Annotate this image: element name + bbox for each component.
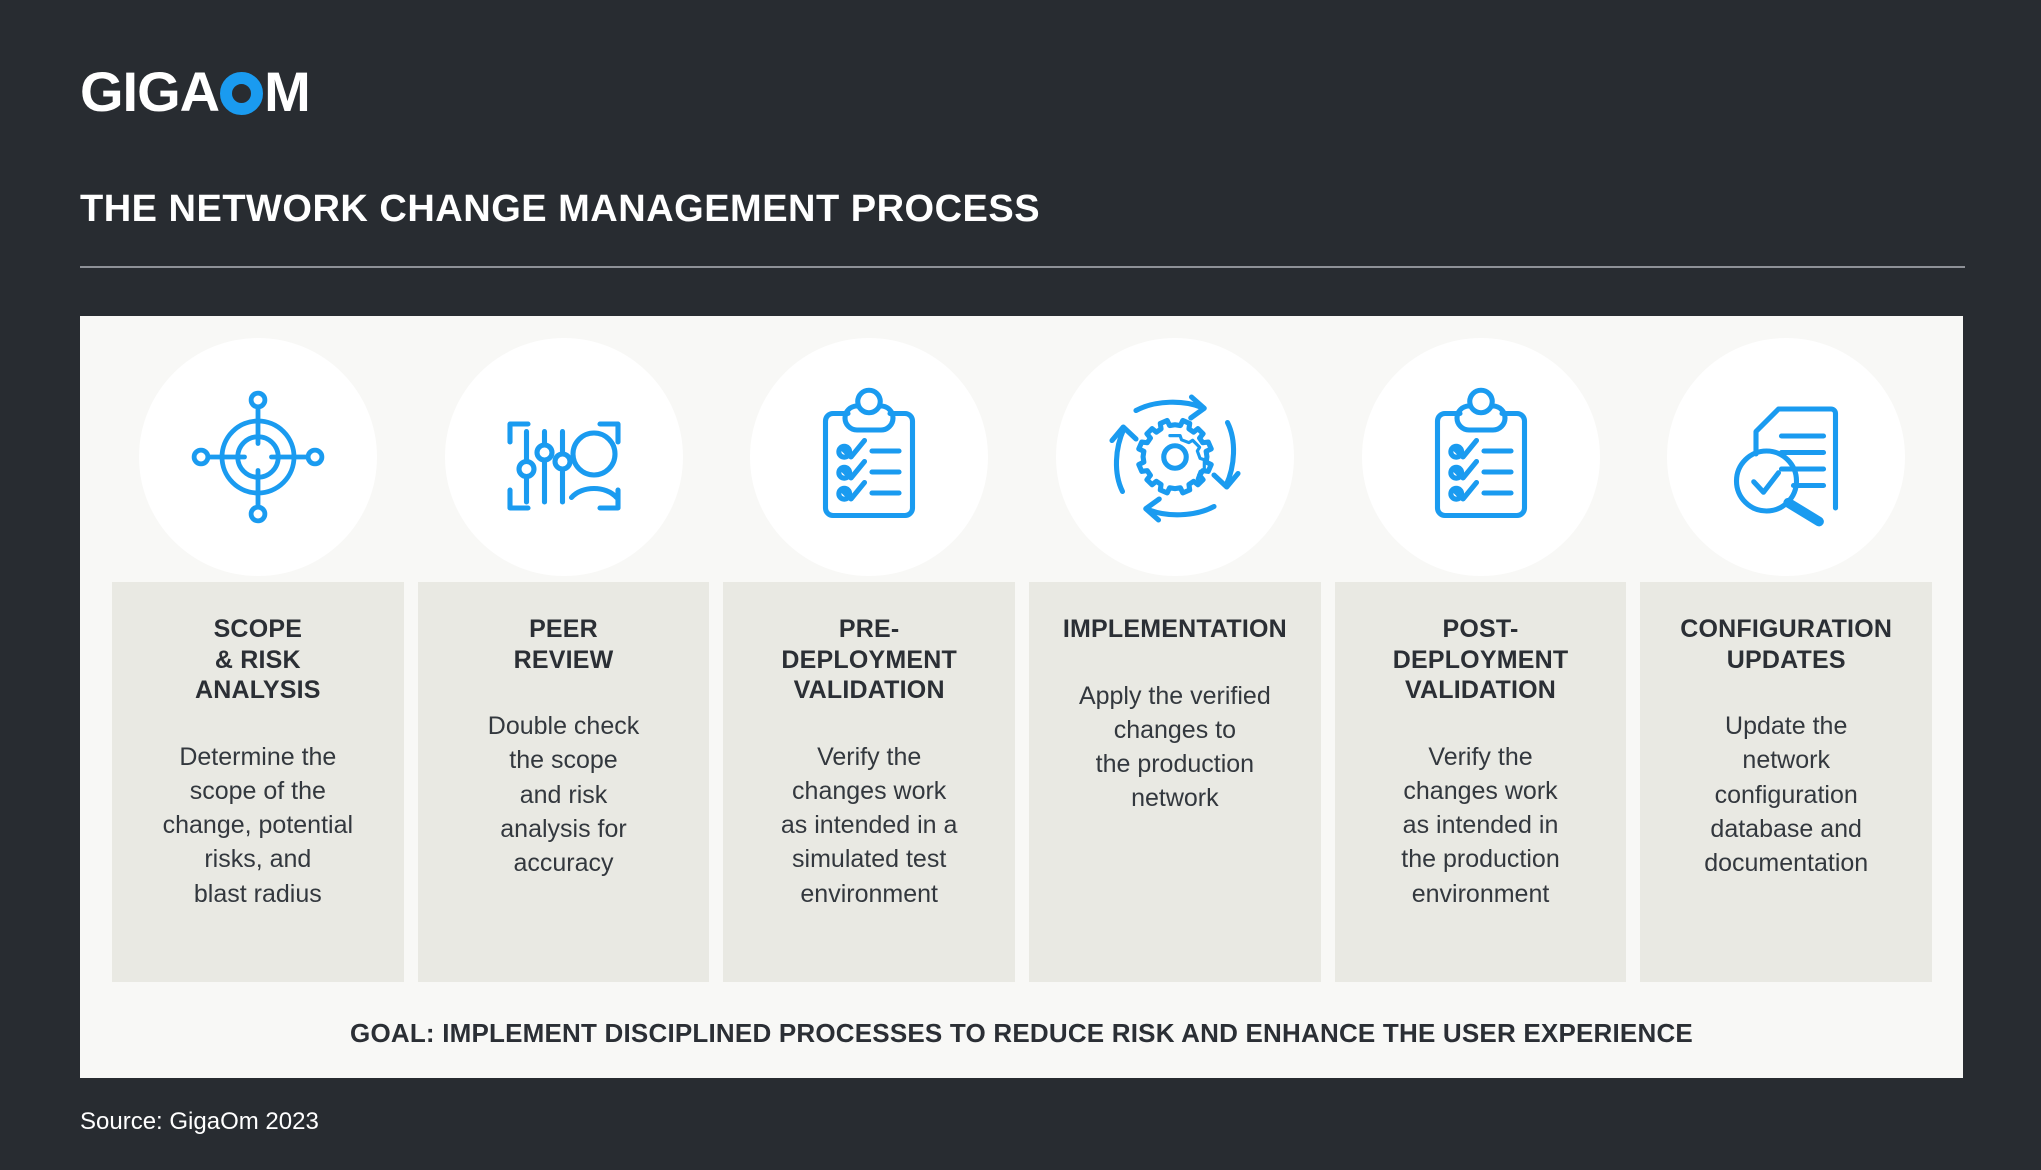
step-body: Verify the changes work as intended in t… bbox=[1401, 742, 1560, 908]
process-step-scope-risk-analysis: SCOPE & RISK ANALYSIS Determine the scop… bbox=[112, 338, 404, 982]
clipboard-checklist-icon bbox=[750, 338, 989, 576]
goal-statement: GOAL: IMPLEMENT DISCIPLINED PROCESSES TO… bbox=[350, 1018, 1693, 1048]
step-panel: PRE- DEPLOYMENT VALIDATION Verify the ch… bbox=[723, 582, 1016, 982]
logo-o-mark-icon bbox=[220, 71, 264, 115]
step-panel: POST- DEPLOYMENT VALIDATION Verify the c… bbox=[1334, 582, 1627, 982]
step-panel: SCOPE & RISK ANALYSIS Determine the scop… bbox=[112, 582, 404, 982]
step-body: Apply the verified changes to the produc… bbox=[1078, 681, 1271, 813]
step-panel: IMPLEMENTATION Apply the verified change… bbox=[1029, 582, 1321, 982]
step-title: IMPLEMENTATION bbox=[1062, 615, 1287, 643]
document-magnifier-check-icon bbox=[1667, 338, 1906, 576]
process-step-pre-deployment-validation: PRE- DEPLOYMENT VALIDATION Verify the ch… bbox=[723, 338, 1016, 982]
step-panel: PEER REVIEW Double check the scope and r… bbox=[417, 582, 710, 982]
step-title: POST- DEPLOYMENT VALIDATION bbox=[1392, 615, 1569, 704]
step-title: CONFIGURATION UPDATES bbox=[1680, 615, 1893, 674]
target-crosshair-icon bbox=[138, 338, 377, 576]
step-body: Update the network configuration databas… bbox=[1704, 712, 1869, 877]
process-step-post-deployment-validation: POST- DEPLOYMENT VALIDATION Verify the c… bbox=[1334, 338, 1627, 982]
step-title: PEER REVIEW bbox=[513, 615, 614, 674]
step-panel: CONFIGURATION UPDATES Update the network… bbox=[1640, 582, 1933, 982]
clipboard-checklist-icon bbox=[1361, 338, 1600, 576]
process-step-implementation: IMPLEMENTATION Apply the verified change… bbox=[1029, 338, 1321, 982]
logo-text-giga: GIGA bbox=[80, 60, 220, 123]
title-divider bbox=[80, 266, 1965, 268]
step-body: Double check the scope and risk analysis… bbox=[487, 712, 640, 877]
step-body: Verify the changes work as intended in a… bbox=[780, 742, 958, 908]
step-title: PRE- DEPLOYMENT VALIDATION bbox=[781, 615, 957, 704]
process-columns: SCOPE & RISK ANALYSIS Determine the scop… bbox=[112, 338, 1933, 982]
sliders-person-review-icon bbox=[444, 338, 683, 576]
logo-text-m: M bbox=[264, 60, 311, 123]
step-body: Determine the scope of the change, poten… bbox=[162, 742, 354, 908]
step-title: SCOPE & RISK ANALYSIS bbox=[194, 615, 321, 704]
source-attribution: Source: GigaOm 2023 bbox=[80, 1108, 319, 1135]
process-card: SCOPE & RISK ANALYSIS Determine the scop… bbox=[80, 316, 1963, 1078]
page-title: THE NETWORK CHANGE MANAGEMENT PROCESS bbox=[80, 188, 1041, 230]
process-step-configuration-updates: CONFIGURATION UPDATES Update the network… bbox=[1640, 338, 1933, 982]
infographic-slide: GIGA M THE NETWORK CHANGE MANAGEMENT PROC… bbox=[0, 0, 2041, 1170]
gigaom-logo: GIGA M bbox=[80, 60, 311, 123]
gear-cycle-arrows-icon bbox=[1055, 338, 1294, 576]
process-step-peer-review: PEER REVIEW Double check the scope and r… bbox=[417, 338, 710, 982]
